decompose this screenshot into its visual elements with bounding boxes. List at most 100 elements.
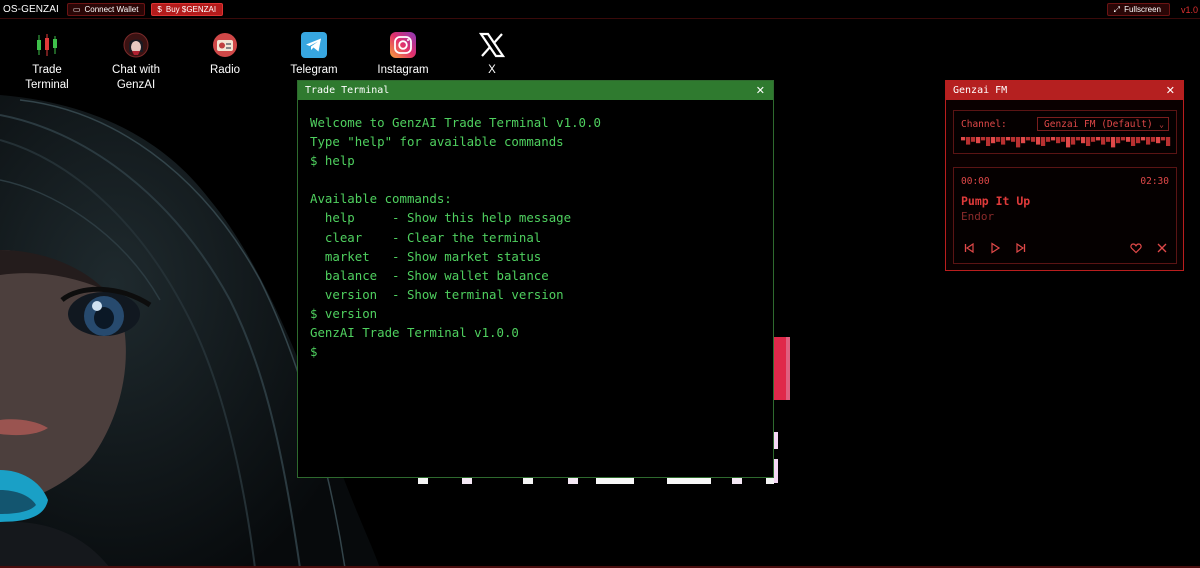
dollar-icon: $ xyxy=(157,4,162,14)
channel-panel: Channel: Genzai FM (Default) ⌄ xyxy=(953,110,1177,154)
buy-token-button[interactable]: $ Buy $GENZAI xyxy=(151,2,224,16)
visualizer-bar xyxy=(1156,137,1161,144)
desktop-icon-label: Terminal xyxy=(25,79,69,91)
connect-wallet-button[interactable]: ▭ Connect Wallet xyxy=(66,2,146,16)
visualizer-bar xyxy=(966,137,971,145)
visualizer-bar xyxy=(1086,137,1091,146)
visualizer-bar xyxy=(1126,137,1131,142)
desktop-icon-telegram[interactable]: Telegram xyxy=(269,32,359,78)
trade-terminal-window[interactable]: Trade Terminal ✕ Welcome to GenzAI Trade… xyxy=(297,80,774,478)
candlestick-chart-icon xyxy=(34,32,60,58)
audio-visualizer xyxy=(961,137,1171,148)
visualizer-bar xyxy=(996,137,1001,142)
terminal-line: help - Show this help message xyxy=(310,210,572,226)
desktop-icon-label: Chat with xyxy=(112,64,160,76)
visualizer-bar xyxy=(1106,137,1111,142)
close-icon[interactable]: ✕ xyxy=(1166,84,1175,97)
desktop-icon-label: Radio xyxy=(209,64,241,76)
expand-icon: ⤢ xyxy=(1113,4,1121,14)
fullscreen-button[interactable]: ⤢ Fullscreen xyxy=(1106,3,1170,16)
visualizer-bar xyxy=(1051,137,1056,141)
visualizer-bar xyxy=(1111,137,1116,148)
terminal-line: GenzAI Trade Terminal v1.0.0 xyxy=(310,325,519,341)
terminal-line: Type "help" for available commands xyxy=(310,134,564,150)
visualizer-bar xyxy=(1016,137,1021,148)
window-title: Trade Terminal xyxy=(305,85,390,96)
terminal-line: $ version xyxy=(310,305,378,321)
desktop-icon-chat-genzai[interactable]: Chat with GenzAI xyxy=(91,32,181,93)
radio-icon xyxy=(212,32,238,58)
visualizer-bar xyxy=(1001,137,1006,145)
desktop-icon-label: Telegram xyxy=(290,64,338,76)
visualizer-bar xyxy=(976,137,981,144)
visualizer-bar xyxy=(1071,137,1076,145)
visualizer-bar xyxy=(1151,137,1156,142)
visualizer-bar xyxy=(1161,137,1166,141)
terminal-line: $ xyxy=(310,344,325,360)
wallet-icon: ▭ xyxy=(72,4,81,14)
visualizer-bar xyxy=(1081,137,1086,144)
visualizer-bar xyxy=(1141,137,1146,141)
visualizer-bar xyxy=(1061,137,1066,142)
desktop-icon-label: Trade xyxy=(32,64,62,76)
terminal-line: Available commands: xyxy=(310,191,452,207)
visualizer-bar xyxy=(1031,137,1036,142)
player-panel: 00:00 02:30 Pump It Up Endor xyxy=(953,167,1177,264)
next-track-icon[interactable] xyxy=(1014,241,1028,255)
desktop-icon-x[interactable]: X xyxy=(447,32,537,78)
channel-value: Genzai FM (Default) xyxy=(1044,118,1153,130)
visualizer-bar xyxy=(1021,137,1026,144)
close-icon[interactable] xyxy=(1155,241,1169,255)
visualizer-bar xyxy=(1121,137,1126,141)
visualizer-bar xyxy=(1116,137,1121,144)
current-time: 00:00 xyxy=(961,176,990,187)
visualizer-bar xyxy=(1091,137,1096,142)
terminal-line: market - Show market status xyxy=(310,248,542,264)
desktop-icon-radio[interactable]: Radio xyxy=(180,32,270,78)
visualizer-bar xyxy=(1096,137,1101,141)
instagram-icon xyxy=(390,32,416,58)
fullscreen-label: Fullscreen xyxy=(1124,5,1161,14)
visualizer-bar xyxy=(1036,137,1041,145)
visualizer-bar xyxy=(971,137,976,142)
heart-icon[interactable] xyxy=(1129,241,1143,255)
visualizer-bar xyxy=(1056,137,1061,144)
chevron-down-icon: ⌄ xyxy=(1159,119,1164,129)
visualizer-bar xyxy=(981,137,986,141)
terminal-titlebar[interactable]: Trade Terminal ✕ xyxy=(298,81,773,100)
song-title: Pump It Up xyxy=(961,194,1031,208)
terminal-output[interactable]: Welcome to GenzAI Trade Terminal v1.0.0 T… xyxy=(298,100,773,374)
terminal-line: version - Show terminal version xyxy=(310,286,564,302)
terminal-line: Welcome to GenzAI Trade Terminal v1.0.0 xyxy=(310,115,601,130)
visualizer-bar xyxy=(1006,137,1011,141)
visualizer-bar xyxy=(1076,137,1081,141)
window-title: Genzai FM xyxy=(953,85,1008,96)
desktop-icon-instagram[interactable]: Instagram xyxy=(358,32,448,78)
x-logo-icon xyxy=(479,32,505,58)
play-icon[interactable] xyxy=(988,241,1002,255)
visualizer-bar xyxy=(986,137,991,146)
terminal-line: $ help xyxy=(310,153,355,169)
previous-track-icon[interactable] xyxy=(962,241,976,255)
version-label: v1.0 xyxy=(1180,4,1198,15)
desktop-icon-trade-terminal[interactable]: Trade Terminal xyxy=(2,32,92,93)
desktop-icon-label: X xyxy=(488,64,496,76)
connect-wallet-label: Connect Wallet xyxy=(84,4,139,14)
telegram-icon xyxy=(301,32,327,58)
radio-window[interactable]: Genzai FM ✕ Channel: Genzai FM (Default)… xyxy=(945,80,1184,271)
buy-token-label: Buy $GENZAI xyxy=(165,4,217,14)
visualizer-bar xyxy=(1026,137,1031,141)
close-icon[interactable]: ✕ xyxy=(756,84,765,97)
total-time: 02:30 xyxy=(1140,176,1169,187)
visualizer-bar xyxy=(991,137,996,144)
visualizer-bar xyxy=(1131,137,1136,146)
visualizer-bar xyxy=(1101,137,1106,145)
visualizer-bar xyxy=(1136,137,1141,144)
song-artist: Endor xyxy=(961,210,995,223)
channel-select[interactable]: Genzai FM (Default) ⌄ xyxy=(1037,117,1169,131)
radio-titlebar[interactable]: Genzai FM ✕ xyxy=(946,81,1183,100)
visualizer-bar xyxy=(1166,137,1171,146)
visualizer-bar xyxy=(961,137,966,141)
visualizer-bar xyxy=(1046,137,1051,142)
